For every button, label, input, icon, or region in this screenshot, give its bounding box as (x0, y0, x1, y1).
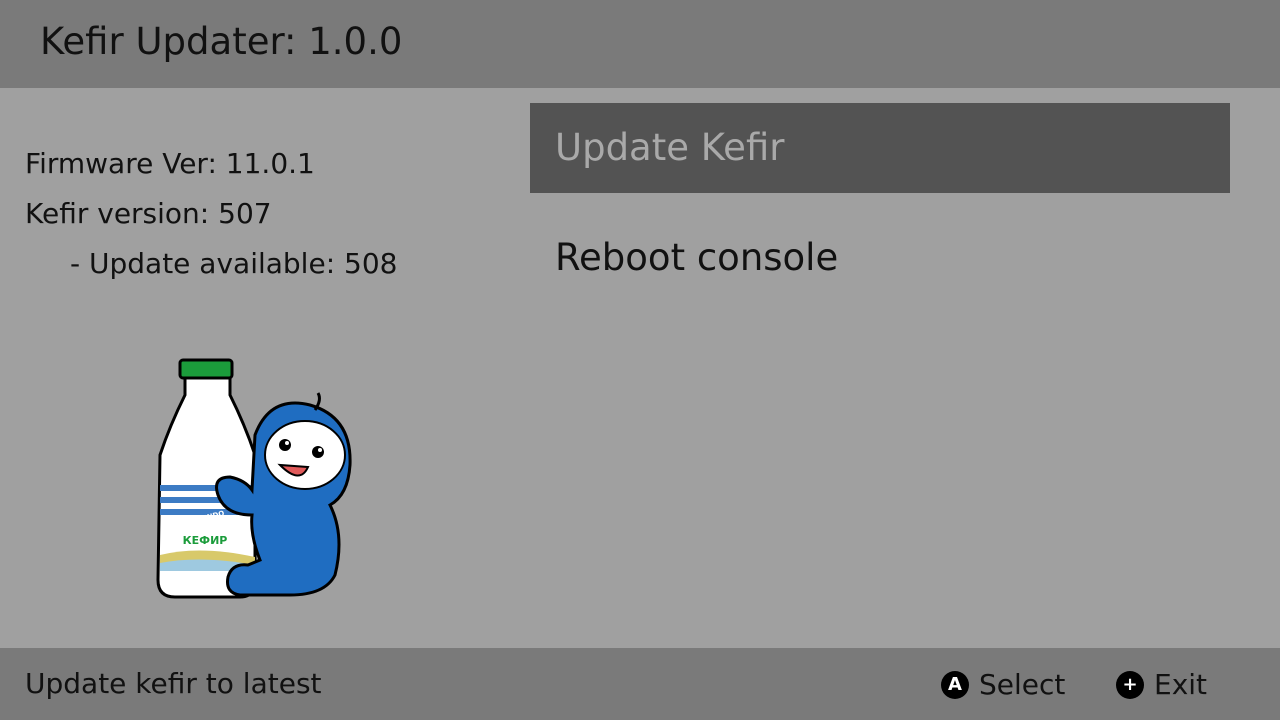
footer-bar: Update kefir to latest A Select + Exit (0, 648, 1280, 720)
select-button[interactable]: A Select (941, 668, 1065, 701)
kefir-version: Kefir version: 507 (25, 197, 272, 230)
menu-item-reboot-console[interactable]: Reboot console (530, 213, 1230, 303)
exit-button[interactable]: + Exit (1116, 668, 1207, 701)
status-hint: Update kefir to latest (25, 667, 322, 700)
kefir-mascot-illustration: КЕФИР CFW NINTENDO (156, 358, 352, 599)
plus-button-icon: + (1116, 670, 1144, 699)
app-title: Kefir Updater: 1.0.0 (40, 20, 403, 63)
kefir-bottle-image: КЕФИР CFW NINTENDO (156, 358, 257, 599)
bottle-label: КЕФИР (183, 534, 228, 547)
select-label: Select (979, 668, 1066, 701)
header-bar: Kefir Updater: 1.0.0 (0, 0, 1280, 88)
firmware-version: Firmware Ver: 11.0.1 (25, 147, 315, 180)
menu-item-update-kefir[interactable]: Update Kefir (530, 103, 1230, 193)
a-button-icon: A (941, 670, 969, 699)
update-available-text: - Update available: 508 (70, 247, 398, 280)
exit-label: Exit (1154, 668, 1208, 701)
